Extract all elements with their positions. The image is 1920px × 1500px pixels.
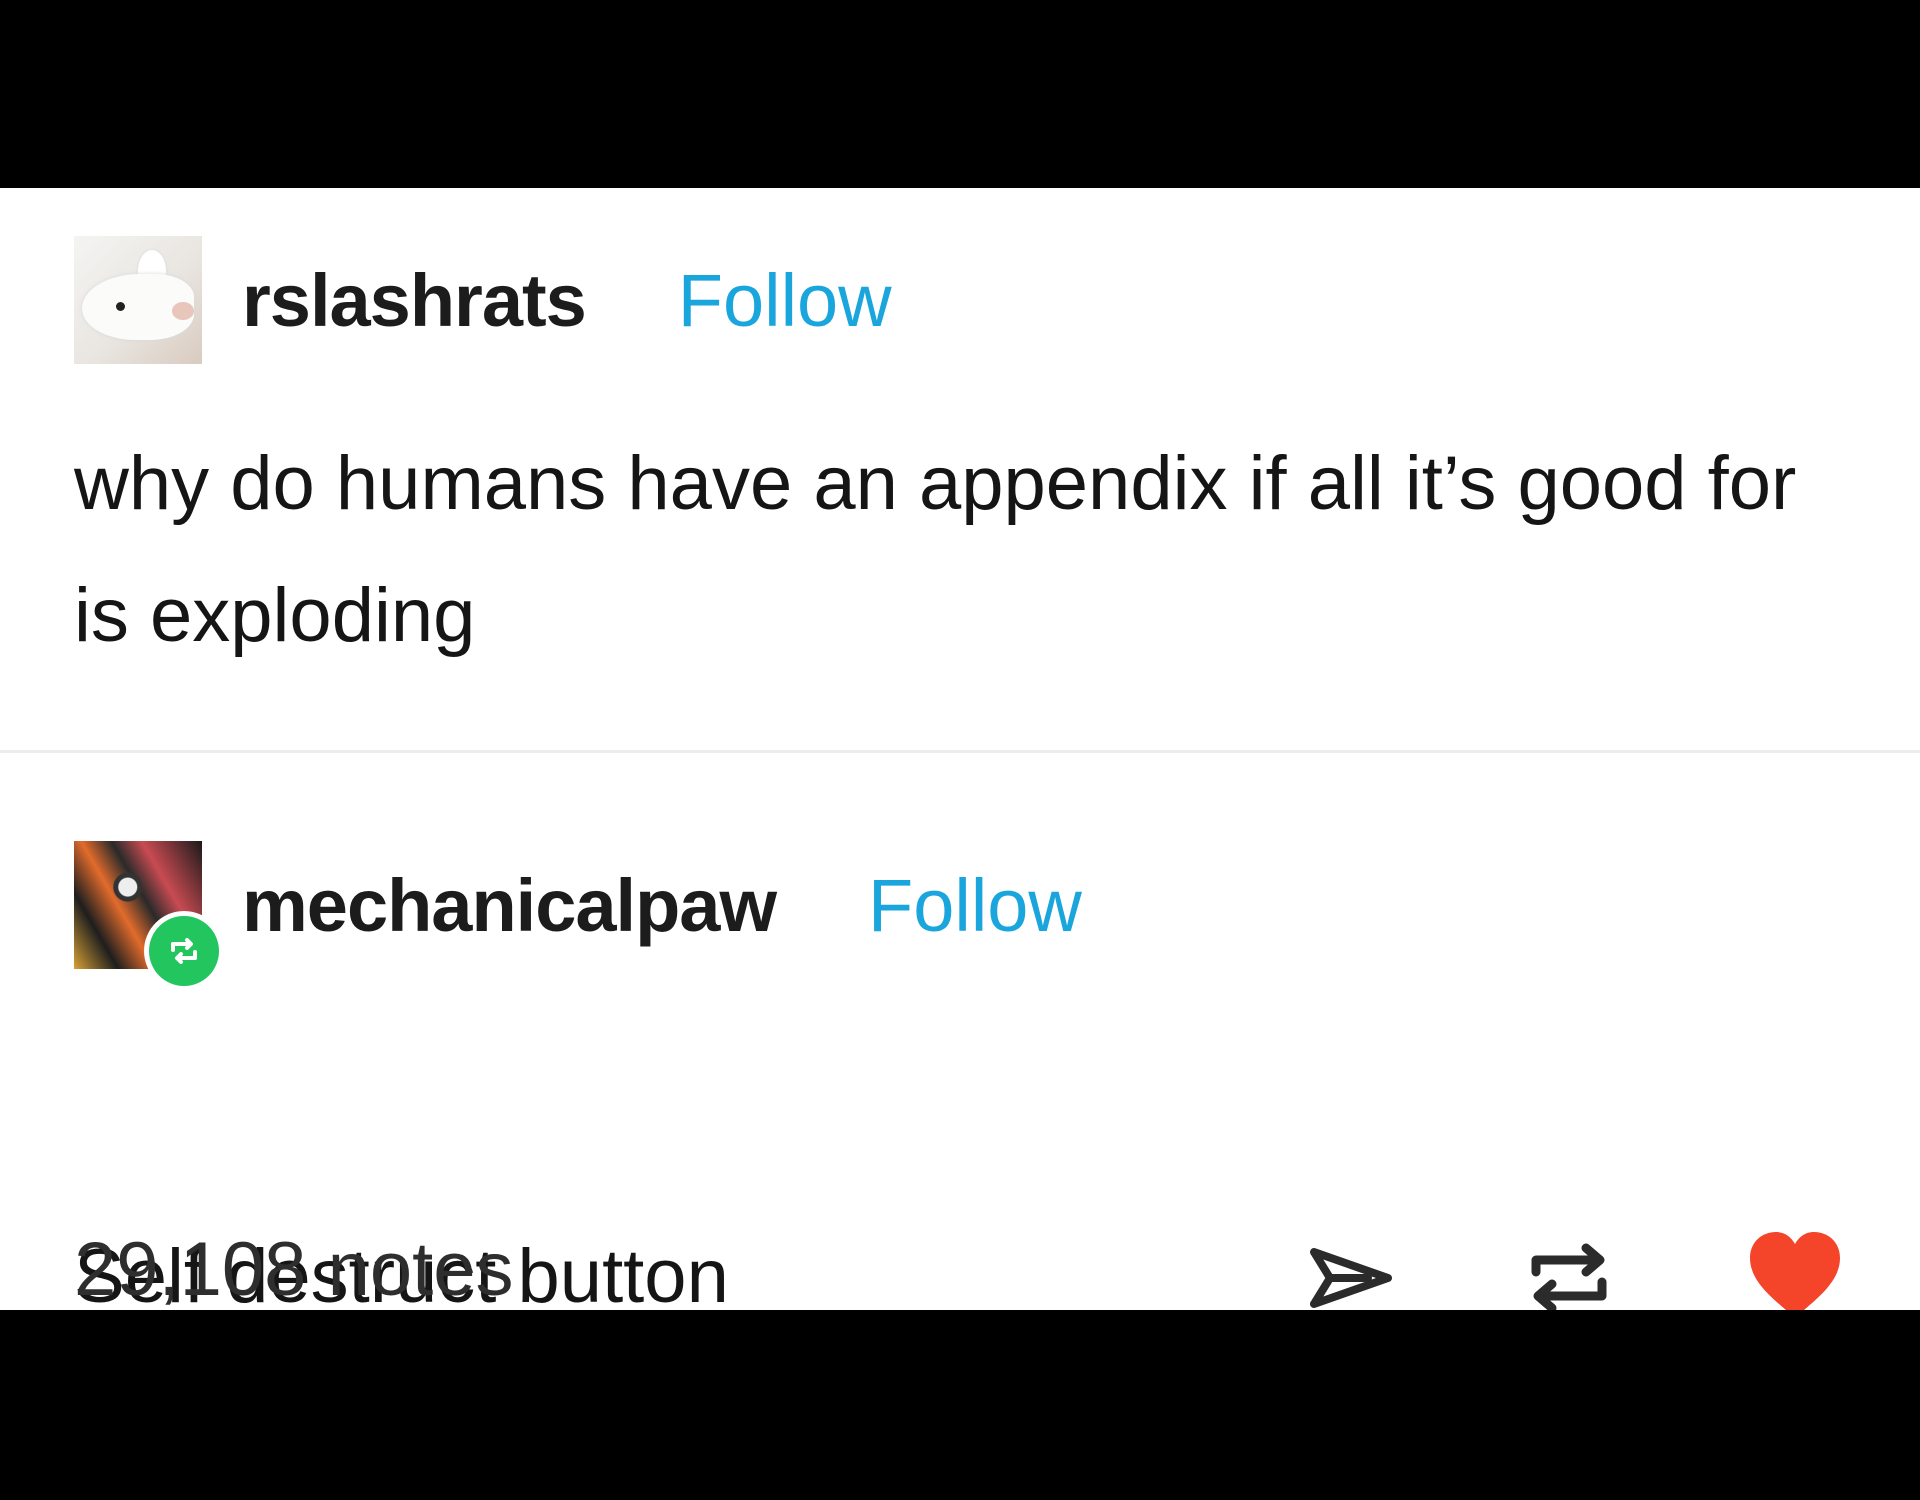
- post-header-original: rslashrats Follow: [74, 235, 892, 365]
- robot-avatar[interactable]: [74, 841, 224, 991]
- share-icon[interactable]: [1296, 1220, 1406, 1310]
- username-rslashrats[interactable]: rslashrats: [242, 258, 587, 343]
- reblog-badge-icon: [149, 916, 219, 986]
- heart-icon[interactable]: [1740, 1220, 1850, 1310]
- screenshot-frame: rslashrats Follow why do humans have an …: [0, 0, 1920, 1500]
- reblog-icon[interactable]: [1514, 1220, 1624, 1310]
- rat-nose: [172, 302, 194, 320]
- follow-button-rslashrats[interactable]: Follow: [678, 258, 892, 343]
- follow-button-mechanicalpaw[interactable]: Follow: [868, 863, 1082, 948]
- username-mechanicalpaw[interactable]: mechanicalpaw: [242, 863, 777, 948]
- post-divider: [0, 750, 1920, 753]
- original-post-text: why do humans have an appendix if all it…: [74, 441, 1797, 658]
- rat-eye: [116, 302, 125, 311]
- post-header-reblog: mechanicalpaw Follow: [74, 840, 1082, 991]
- tumblr-post-card: rslashrats Follow why do humans have an …: [0, 188, 1920, 1310]
- reblog-badge: [144, 911, 224, 991]
- notes-count[interactable]: 29,108 notes: [74, 1226, 514, 1310]
- rat-avatar[interactable]: [74, 236, 202, 364]
